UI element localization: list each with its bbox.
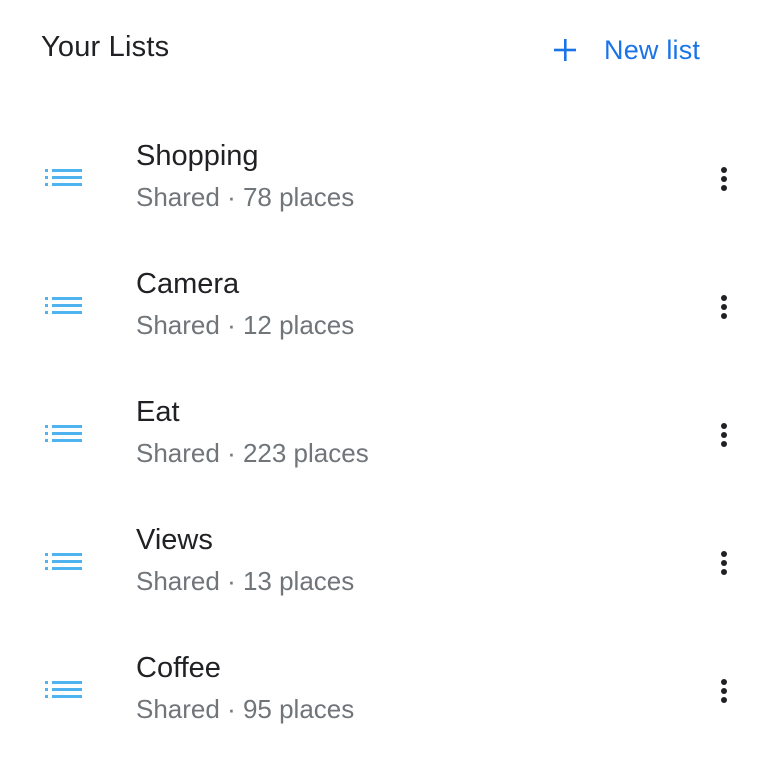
new-list-label: New list [604, 34, 701, 65]
list-item[interactable]: Views Shared · 13 places [0, 498, 784, 626]
list-name: Camera [136, 268, 240, 300]
more-vert-icon[interactable] [708, 544, 740, 584]
list-icon [45, 169, 82, 186]
list-item[interactable]: Coffee Shared · 95 places [0, 626, 784, 754]
list-icon [45, 681, 82, 698]
list-icon [45, 297, 82, 314]
list-meta: Shared · 12 places [136, 310, 355, 340]
lists-panel: Your Lists New list Shopping Shared · 78… [0, 0, 784, 776]
list-icon [45, 553, 82, 570]
list-name: Shopping [136, 140, 259, 172]
more-vert-icon[interactable] [708, 160, 740, 200]
list-name: Eat [136, 396, 180, 428]
new-list-button[interactable]: New list [552, 30, 700, 70]
more-vert-icon[interactable] [708, 672, 740, 712]
list-meta: Shared · 223 places [136, 438, 369, 468]
list-item[interactable]: Camera Shared · 12 places [0, 242, 784, 370]
more-vert-icon[interactable] [708, 288, 740, 328]
lists-header: Your Lists New list [0, 0, 784, 100]
page-title: Your Lists [41, 31, 170, 63]
saved-lists: Shopping Shared · 78 places Camera Share… [0, 114, 784, 754]
plus-icon [554, 39, 576, 61]
list-item[interactable]: Eat Shared · 223 places [0, 370, 784, 498]
list-meta: Shared · 13 places [136, 566, 355, 596]
more-vert-icon[interactable] [708, 416, 740, 456]
list-name: Views [136, 524, 213, 556]
list-meta: Shared · 95 places [136, 694, 355, 724]
list-meta: Shared · 78 places [136, 182, 355, 212]
list-icon [45, 425, 82, 442]
list-name: Coffee [136, 652, 221, 684]
list-item[interactable]: Shopping Shared · 78 places [0, 114, 784, 242]
